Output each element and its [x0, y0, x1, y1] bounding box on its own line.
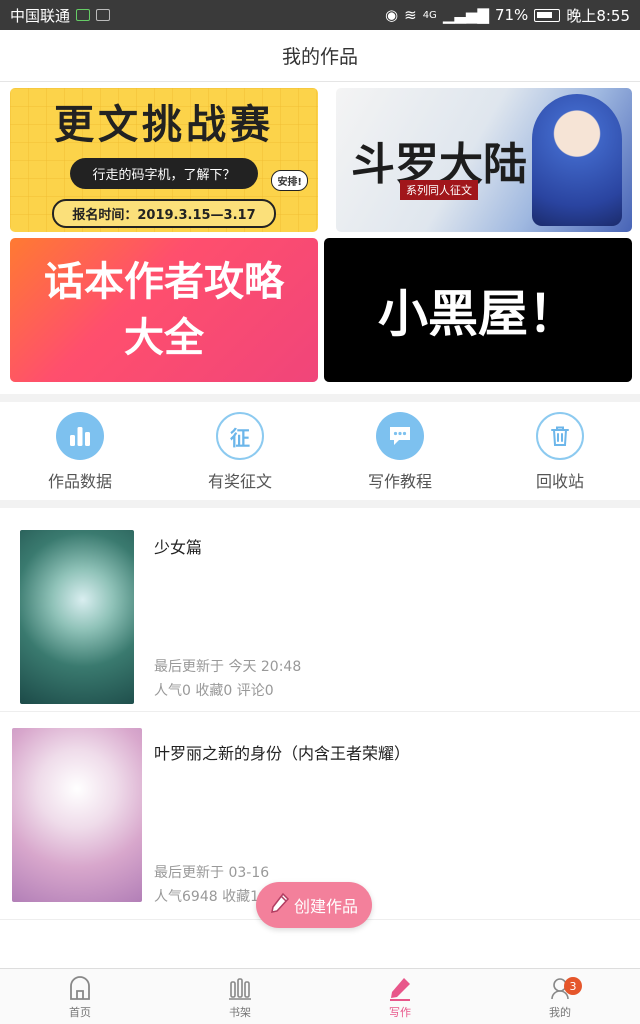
battery-label: 71%: [494, 6, 529, 24]
action-label: 作品数据: [47, 472, 112, 491]
signal-icon: ▁▃▅▇: [442, 6, 489, 24]
action-tutorial[interactable]: 写作教程: [320, 402, 480, 500]
page-header: 我的作品: [0, 30, 640, 82]
bookshelf-icon: [226, 974, 254, 1002]
challenge-title: 更文挑战赛: [54, 102, 274, 148]
work-title: 少女篇: [154, 538, 203, 557]
douluo-subtitle: 系列同人征文: [400, 180, 478, 200]
blackroom-title: 小黑屋！: [378, 285, 578, 343]
create-work-label: 创建作品: [293, 897, 358, 916]
nav-label: 书架: [229, 1005, 251, 1019]
work-stats: 人气6948 收藏1: [154, 889, 259, 905]
carrier-label: 中国联通: [10, 6, 71, 25]
clock: 晚上8:55: [566, 6, 630, 25]
home-icon: [66, 974, 94, 1002]
action-contest[interactable]: 征 有奖征文: [160, 402, 320, 500]
work-cover: [20, 530, 134, 704]
nav-label: 写作: [389, 1005, 411, 1019]
work-updated: 最后更新于 03-16: [154, 865, 270, 881]
anime-character-illustration: [532, 94, 622, 226]
status-bar: 中国联通 ◉ ≋ 4G ▁▃▅▇ 71% 晚上8:55: [0, 0, 640, 30]
notification-badge: 3: [564, 977, 582, 995]
challenge-tag: 安排!: [271, 170, 308, 191]
action-label: 回收站: [535, 472, 584, 491]
create-work-button[interactable]: 创建作品: [256, 882, 372, 928]
list-item[interactable]: 少女篇 最后更新于 今天 20:48 人气0 收藏0 评论0: [0, 508, 640, 712]
work-updated: 最后更新于 今天 20:48: [154, 659, 302, 675]
guide-line1: 话本作者攻略: [44, 259, 284, 305]
bar-chart-icon: [56, 412, 104, 460]
guide-line2: 大全: [124, 315, 204, 361]
wifi-icon: ≋: [404, 6, 417, 24]
nav-profile[interactable]: 我的 3: [480, 969, 640, 1024]
contest-glyph: 征: [230, 425, 250, 450]
pencil-icon: [270, 892, 290, 918]
action-label: 有奖征文: [207, 472, 272, 491]
nav-write[interactable]: 写作: [320, 969, 480, 1024]
work-title: 叶罗丽之新的身份（内含王者荣耀）: [154, 744, 411, 763]
author-guide-banner[interactable]: 话本作者攻略 大全: [10, 238, 318, 382]
banner-grid: 更文挑战赛 行走的码字机，了解下？ 报名时间：2019.3.15—3.17 安排…: [0, 82, 640, 394]
page-title: 我的作品: [281, 46, 358, 68]
bottom-nav: 首页 书架 写作 我的 3: [0, 968, 640, 1024]
battery-icon: [534, 8, 561, 22]
challenge-banner[interactable]: 更文挑战赛 行走的码字机，了解下？ 报名时间：2019.3.15—3.17 安排…: [10, 88, 318, 232]
eye-icon: ◉: [385, 6, 399, 24]
blackroom-banner[interactable]: 小黑屋！: [324, 238, 632, 382]
nav-label: 我的: [549, 1005, 571, 1019]
lock-icon: [76, 9, 91, 21]
challenge-subtitle: 行走的码字机，了解下？: [70, 158, 258, 189]
trash-icon: [536, 412, 584, 460]
chat-bubble-icon: [376, 412, 424, 460]
douluo-banner[interactable]: 斗罗大陆 系列同人征文: [336, 88, 632, 232]
nav-bookshelf[interactable]: 书架: [160, 969, 320, 1024]
action-label: 写作教程: [367, 472, 432, 491]
action-recycle-bin[interactable]: 回收站: [480, 402, 640, 500]
quick-actions: 作品数据 征 有奖征文 写作教程 回收站: [0, 402, 640, 500]
pencil-icon: [386, 974, 414, 1002]
nav-home[interactable]: 首页: [0, 969, 160, 1024]
work-stats: 人气0 收藏0 评论0: [154, 683, 274, 699]
nav-label: 首页: [69, 1005, 91, 1019]
signal-label: 4G: [422, 9, 437, 21]
contest-icon: 征: [216, 412, 264, 460]
action-work-data[interactable]: 作品数据: [0, 402, 160, 500]
challenge-date: 报名时间：2019.3.15—3.17: [52, 199, 276, 228]
work-cover: [12, 728, 142, 902]
notification-icon: [96, 9, 111, 21]
